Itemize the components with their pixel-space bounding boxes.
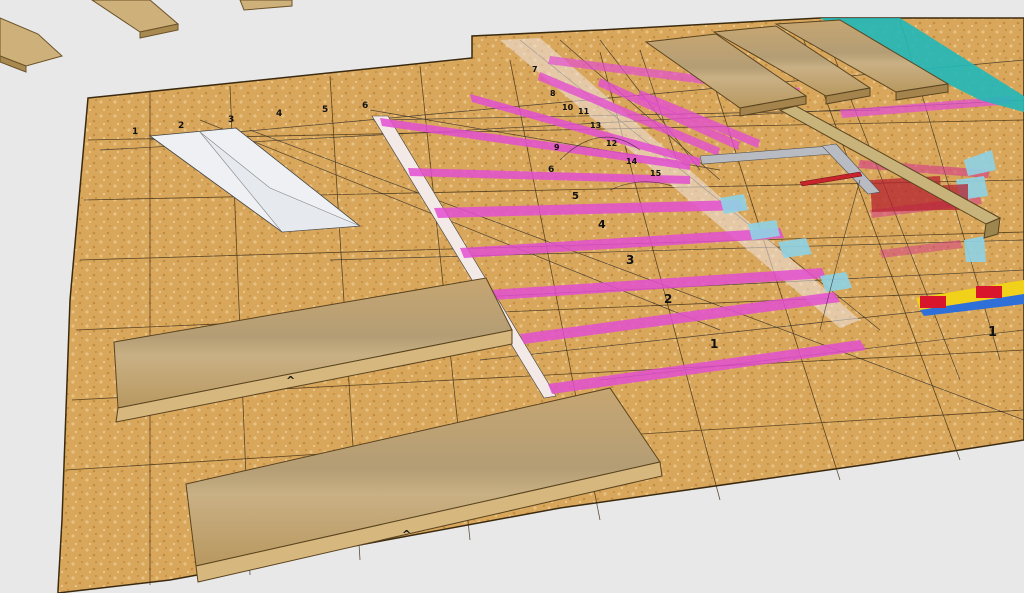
step-label-10: 10 — [562, 103, 574, 112]
ruler-label-3: 3 — [228, 115, 234, 125]
step-label-15: 15 — [650, 169, 662, 178]
step-label-2: 2 — [664, 292, 672, 306]
loose-board-2 — [91, 0, 180, 39]
step-label-12: 12 — [606, 139, 617, 148]
board-mark-upper: ^ — [286, 374, 295, 387]
ruler-label-4: 4 — [276, 109, 282, 119]
step-label-3: 3 — [626, 253, 634, 267]
step-label-14: 14 — [626, 157, 638, 166]
step-label-11: 11 — [578, 107, 590, 116]
step-label-6: 6 — [548, 165, 554, 175]
step-label-8: 8 — [550, 89, 556, 98]
ruler-label-5: 5 — [322, 105, 328, 115]
ruler-label-6: 6 — [362, 101, 368, 111]
step-label-5: 5 — [572, 191, 579, 202]
board-mark-lower: ^ — [402, 528, 411, 541]
ruler-label-1: 1 — [132, 127, 138, 137]
step-label-7: 7 — [532, 65, 538, 74]
step-label-4: 4 — [598, 218, 606, 231]
right-number-label: 1 — [988, 325, 997, 340]
ruler-label-2: 2 — [178, 121, 184, 131]
loose-board-1 — [0, 17, 64, 73]
step-label-13: 13 — [590, 121, 601, 130]
sketchup-viewport[interactable]: 1 2 3 4 5 6 7 8 9 10 11 12 13 14 15 1 2 … — [0, 0, 1024, 593]
step-label-9: 9 — [554, 143, 560, 152]
loose-board-3 — [239, 0, 293, 11]
step-label-1: 1 — [710, 337, 718, 351]
